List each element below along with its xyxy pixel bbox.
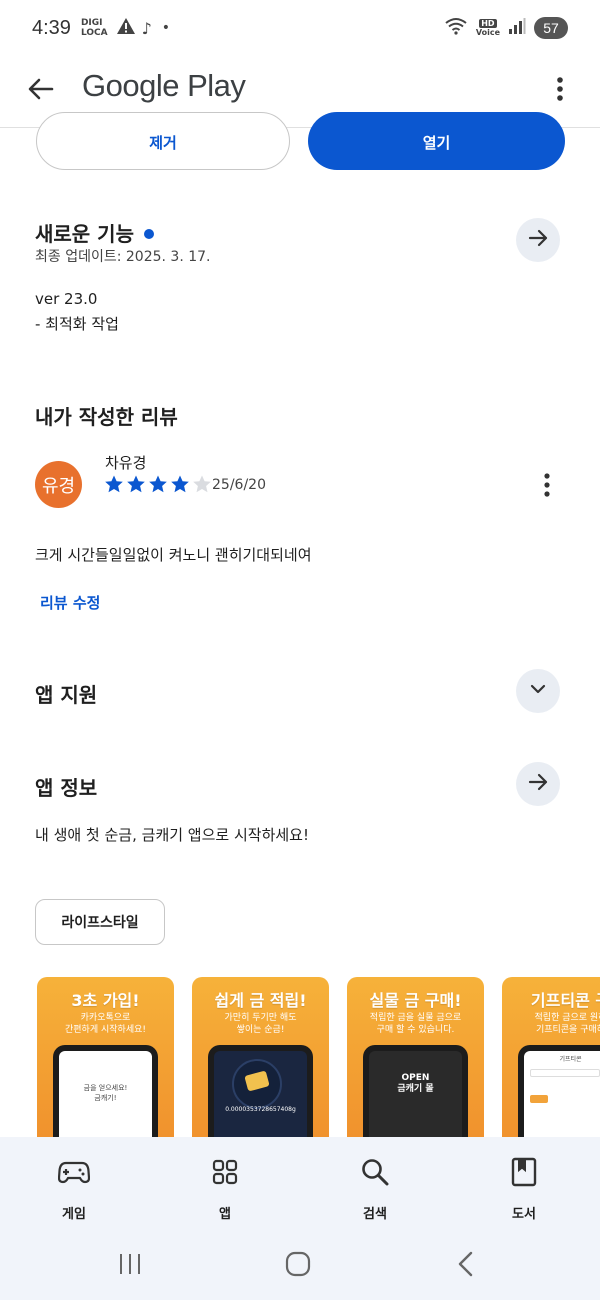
star-filled-icon xyxy=(149,475,167,493)
nav-item-search[interactable]: 검색 xyxy=(325,1155,425,1222)
app-description: 내 생애 첫 순금, 금캐기 앱으로 시작하세요! xyxy=(35,826,309,844)
screenshot-subtitle: 적립한 금으로 원하 기프티콘을 구매하 xyxy=(534,1013,600,1035)
screenshot-subtitle: 카카오톡으로 간편하게 시작하세요! xyxy=(65,1013,146,1035)
bottom-navigation: 게임 앱 검색 도서 xyxy=(0,1137,600,1232)
recent-apps-icon[interactable] xyxy=(118,1252,142,1280)
status-time: 4:39 xyxy=(32,16,71,39)
hd-voice-indicator: HD Voice xyxy=(476,19,500,37)
star-rating xyxy=(104,474,212,494)
screenshot-title: 3초 가입! xyxy=(71,991,140,1010)
open-button-label: 열기 xyxy=(422,133,451,152)
carrier-line-1: DIGI xyxy=(80,18,103,28)
new-indicator-dot xyxy=(143,228,154,239)
wifi-icon xyxy=(444,17,468,39)
screenshot-title: 실물 금 구매! xyxy=(369,991,462,1010)
screenshot-screen-text: 금을 얻으세요! 금캐기! xyxy=(83,1084,128,1102)
nav-label-search: 검색 xyxy=(363,1207,387,1222)
app-support-expand-button[interactable] xyxy=(516,669,560,713)
about-app-arrow-button[interactable] xyxy=(516,762,560,806)
open-button[interactable]: 열기 xyxy=(308,112,565,170)
nav-item-books[interactable]: 도서 xyxy=(474,1155,574,1222)
app-title: Google Play xyxy=(82,68,246,103)
system-navigation-bar xyxy=(0,1232,600,1300)
last-updated-date: 최종 업데이트: 2025. 3. 17. xyxy=(35,249,211,265)
search-icon xyxy=(325,1155,425,1189)
voice-label: Voice xyxy=(475,28,500,37)
star-filled-icon xyxy=(171,475,189,493)
phone-mockup: 0.0000353728657408g xyxy=(208,1045,313,1137)
screenshot-carousel[interactable]: 3초 가입! 카카오톡으로 간편하게 시작하세요! 금을 얻으세요! 금캐기! … xyxy=(37,977,600,1137)
star-filled-icon xyxy=(105,475,123,493)
star-filled-icon xyxy=(127,475,145,493)
screenshot-title: 기프티콘 구 xyxy=(530,991,600,1010)
signal-icon xyxy=(508,17,526,39)
nav-item-apps[interactable]: 앱 xyxy=(175,1155,275,1222)
reviewer-name: 차유경 xyxy=(105,454,147,472)
nav-item-games[interactable]: 게임 xyxy=(24,1155,124,1222)
screenshot-card[interactable]: 실물 금 구매! 적립한 금을 실물 금으로 구매 할 수 있습니다. OPEN… xyxy=(347,977,484,1137)
review-date: 25/6/20 xyxy=(212,477,266,493)
phone-mockup: 금을 얻으세요! 금캐기! xyxy=(53,1045,158,1137)
screenshot-screen-text: 기프티콘 xyxy=(559,1056,582,1063)
screenshot-card[interactable]: 쉽게 금 적립! 가만히 두기만 해도 쌓이는 순금! 0.0000353728… xyxy=(192,977,329,1137)
hd-label: HD xyxy=(479,19,497,28)
gamepad-icon xyxy=(24,1155,124,1189)
notification-dot-icon: • xyxy=(161,20,171,36)
apps-grid-icon xyxy=(175,1155,275,1189)
screenshot-screen-text: 0.0000353728657408g xyxy=(225,1106,296,1113)
chevron-down-icon xyxy=(528,679,548,703)
back-arrow-icon[interactable] xyxy=(26,74,56,104)
screenshot-screen-text: OPEN 금캐기 몰 xyxy=(397,1073,434,1094)
whats-new-title: 새로운 기능 xyxy=(35,222,134,246)
phone-mockup: OPEN 금캐기 몰 xyxy=(363,1045,468,1137)
more-vert-icon[interactable] xyxy=(546,74,574,104)
app-support-title: 앱 지원 xyxy=(35,683,98,707)
arrow-right-icon xyxy=(527,771,549,797)
nav-label-books: 도서 xyxy=(512,1207,536,1222)
battery-indicator: 57 xyxy=(534,17,568,39)
tiktok-icon: ♪ xyxy=(141,18,152,38)
review-more-icon[interactable] xyxy=(537,472,557,498)
status-bar: 4:39 DIGI LOCA ♪ • HD Voice 57 xyxy=(0,0,600,56)
category-chip[interactable]: 라이프스타일 xyxy=(35,899,165,945)
phone-mockup: 기프티콘 xyxy=(518,1045,600,1137)
carrier-line-2: LOCA xyxy=(80,28,108,38)
nav-label-apps: 앱 xyxy=(219,1207,231,1222)
review-text: 크게 시간들일일없이 켜노니 괜히기대되네여 xyxy=(35,546,312,564)
book-icon xyxy=(474,1155,574,1189)
whats-new-arrow-button[interactable] xyxy=(516,218,560,262)
avatar: 유경 xyxy=(35,461,82,508)
uninstall-button[interactable]: 제거 xyxy=(36,112,290,170)
screenshot-card[interactable]: 기프티콘 구 적립한 금으로 원하 기프티콘을 구매하 기프티콘 xyxy=(502,977,600,1137)
warning-icon xyxy=(116,17,136,39)
star-empty-icon xyxy=(193,475,211,493)
version-text: ver 23.0 xyxy=(35,290,98,308)
arrow-right-icon xyxy=(527,227,549,253)
back-nav-icon[interactable] xyxy=(456,1251,476,1281)
edit-review-link[interactable]: 리뷰 수정 xyxy=(40,592,100,613)
screenshot-subtitle: 적립한 금을 실물 금으로 구매 할 수 있습니다. xyxy=(369,1013,462,1035)
whats-new-heading: 새로운 기능 xyxy=(35,218,154,247)
uninstall-button-label: 제거 xyxy=(149,133,177,152)
screenshot-subtitle: 가만히 두기만 해도 쌓이는 순금! xyxy=(224,1013,297,1035)
screenshot-title: 쉽게 금 적립! xyxy=(214,991,307,1010)
release-note: - 최적화 작업 xyxy=(35,315,119,333)
home-icon[interactable] xyxy=(285,1251,311,1281)
screenshot-card[interactable]: 3초 가입! 카카오톡으로 간편하게 시작하세요! 금을 얻으세요! 금캐기! xyxy=(37,977,174,1137)
about-app-title: 앱 정보 xyxy=(35,776,98,800)
carrier-label: DIGI LOCA xyxy=(81,18,108,38)
my-review-title: 내가 작성한 리뷰 xyxy=(35,405,178,429)
nav-label-games: 게임 xyxy=(62,1207,86,1222)
